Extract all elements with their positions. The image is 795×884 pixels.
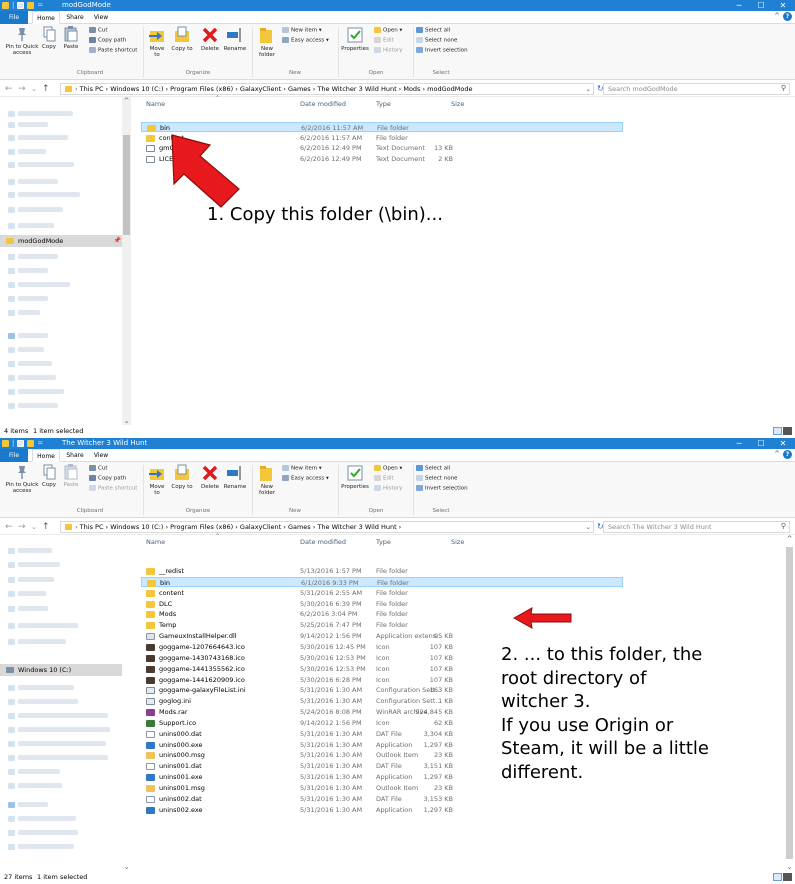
- instruction-line: If you use Origin or: [501, 714, 674, 736]
- instruction-step-2: 2. ... to this folder, the root directory…: [501, 643, 709, 784]
- instruction-line: Steam, it will be a little: [501, 738, 709, 759]
- explorer-window-witcher3: | = The Witcher 3 Wild Hunt ─ ☐ ✕ File H…: [0, 438, 795, 884]
- red-arrow-pointing-to-bin: [171, 134, 240, 208]
- explorer-window-modgodmode: | = modGodMode ─ ☐ ✕ File Home Share Vie…: [0, 0, 795, 438]
- instruction-step-1: 1. Copy this folder (\bin)...: [207, 204, 443, 225]
- instruction-line: witcher 3.: [501, 691, 591, 712]
- instruction-line: different.: [501, 761, 584, 783]
- red-arrow-pointing-left: [512, 607, 572, 629]
- instruction-line: root directory of: [501, 667, 647, 689]
- instruction-line: 2. ... to this folder, the: [501, 644, 703, 665]
